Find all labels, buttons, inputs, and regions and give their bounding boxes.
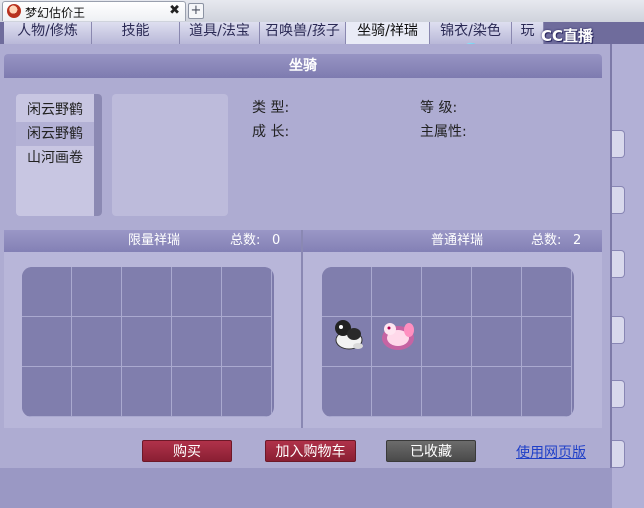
grid-cell[interactable] [522, 267, 572, 317]
browser-tab[interactable]: 梦幻估价王 ✖ [2, 1, 186, 21]
tab-play[interactable]: 玩 [512, 22, 544, 44]
limited-count-label: 总数: [230, 233, 261, 248]
grid-cell[interactable] [422, 317, 472, 367]
grid-cell[interactable] [472, 317, 522, 367]
collected-button[interactable]: 已收藏 [386, 440, 476, 462]
grid-cell[interactable] [122, 267, 172, 317]
cc-live-watermark: CC直播 [541, 27, 594, 45]
close-tab-icon[interactable]: ✖ [169, 3, 180, 18]
tab-items[interactable]: 道具/法宝 [180, 22, 260, 44]
main-attribute-label: 主属性: [420, 124, 467, 140]
grid-cell[interactable] [522, 367, 572, 417]
mount-preview [112, 94, 228, 216]
side-slot [612, 316, 625, 344]
grid-cell[interactable] [72, 267, 122, 317]
grid-cell[interactable] [172, 267, 222, 317]
grid-cell[interactable] [172, 367, 222, 417]
grid-cell[interactable] [322, 267, 372, 317]
new-tab-button[interactable]: + [188, 3, 204, 19]
list-item[interactable]: 闲云野鹤 [16, 98, 94, 122]
type-label: 类 型: [252, 100, 290, 116]
grid-cell[interactable] [522, 317, 572, 367]
side-slot [612, 380, 625, 408]
web-version-link[interactable]: 使用网页版 [516, 442, 586, 462]
grid-cell[interactable] [372, 367, 422, 417]
grid-cell[interactable] [172, 317, 222, 367]
grid-cell[interactable] [72, 317, 122, 367]
buy-button[interactable]: 购买 [142, 440, 232, 462]
mount-list-scrollbar[interactable] [94, 94, 102, 216]
tab-skills[interactable]: 技能 [92, 22, 180, 44]
grid-cell[interactable] [72, 367, 122, 417]
grid-cell[interactable] [422, 367, 472, 417]
normal-count: 2 [573, 233, 582, 248]
grid-cell[interactable] [222, 367, 272, 417]
level-label: 等 级: [420, 100, 458, 116]
limited-section-header: 限量祥瑞 总数: 0 [4, 230, 301, 252]
grid-cell[interactable] [472, 367, 522, 417]
grid-cell[interactable] [322, 367, 372, 417]
panel-title: 坐骑 [4, 54, 602, 78]
side-slot [612, 186, 625, 214]
side-slot [612, 130, 625, 158]
list-item[interactable]: 闲云野鹤 [16, 122, 94, 146]
grid-cell[interactable] [122, 317, 172, 367]
grid-cell[interactable] [472, 267, 522, 317]
grid-cell[interactable] [422, 267, 472, 317]
black-white-pet-icon[interactable] [332, 316, 366, 352]
add-to-cart-button[interactable]: 加入购物车 [265, 440, 356, 462]
grid-cell[interactable] [22, 367, 72, 417]
mount-panel: 坐骑 闲云野鹤 闲云野鹤 山河画卷 类 型: 等 级: 成 长: 主属性: 限量… [0, 44, 612, 468]
bottom-background [0, 468, 612, 508]
mount-list: 闲云野鹤 闲云野鹤 山河画卷 [16, 94, 102, 216]
grid-cell[interactable] [22, 317, 72, 367]
tab-outfits[interactable]: 锦衣/染色 [430, 22, 512, 44]
normal-section-header: 普通祥瑞 总数: 2 [303, 230, 602, 252]
side-slot [612, 440, 625, 468]
browser-tab-title: 梦幻估价王 [25, 6, 86, 20]
grid-cell[interactable] [122, 367, 172, 417]
growth-label: 成 长: [252, 124, 290, 140]
limited-count: 0 [272, 233, 281, 248]
limited-grid [22, 267, 274, 417]
normal-count-label: 总数: [531, 233, 562, 248]
list-item[interactable]: 山河画卷 [16, 146, 94, 170]
grid-cell[interactable] [372, 267, 422, 317]
normal-title: 普通祥瑞 [431, 233, 484, 248]
app-favicon-icon [7, 4, 21, 18]
grid-cell[interactable] [222, 267, 272, 317]
tab-character[interactable]: 人物/修炼 [4, 22, 92, 44]
pink-glow-pet-icon[interactable] [378, 316, 418, 354]
tab-mounts[interactable]: 坐骑/祥瑞 [346, 22, 430, 44]
side-slot [612, 250, 625, 278]
grid-cell[interactable] [222, 317, 272, 367]
limited-title: 限量祥瑞 [128, 233, 181, 248]
browser-tab-strip: 梦幻估价王 ✖ + [0, 0, 644, 23]
grid-cell[interactable] [22, 267, 72, 317]
tab-summons[interactable]: 召唤兽/孩子 [260, 22, 346, 44]
